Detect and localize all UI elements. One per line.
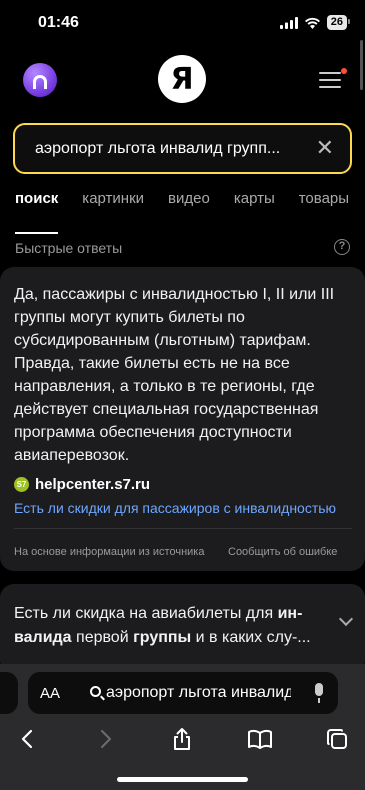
related-question-card[interactable]: Есть ли скидка на авиабилеты для ин-вали… xyxy=(0,584,365,674)
source[interactable]: S7 helpcenter.s7.ru xyxy=(14,476,150,493)
header: Я xyxy=(0,54,365,110)
share-icon[interactable] xyxy=(167,724,197,754)
divider xyxy=(14,528,352,529)
notification-dot xyxy=(341,68,347,74)
search-icon xyxy=(90,686,101,697)
browser-bottom-bar: AA аэропорт льгота инвалид xyxy=(0,664,365,790)
text-size-button[interactable]: AA xyxy=(40,685,60,702)
bookmarks-icon[interactable] xyxy=(245,724,275,754)
microphone-icon[interactable] xyxy=(314,683,324,703)
tabs-icon[interactable] xyxy=(322,724,352,754)
help-icon[interactable]: ? xyxy=(334,239,350,255)
report-error-link[interactable]: Сообщить об ошибке xyxy=(228,546,337,558)
answer-text: Да, пассажиры с инвалидностью I, II или … xyxy=(14,286,335,464)
search-input[interactable]: аэропорт льгота инвалид групп... ✕ xyxy=(13,123,352,174)
scrollbar[interactable] xyxy=(360,40,363,90)
status-bar: 01:46 26 xyxy=(0,0,365,48)
browser-toolbar xyxy=(0,724,365,754)
home-indicator xyxy=(117,777,248,782)
tab-maps[interactable]: карты xyxy=(234,190,275,224)
s7-logo-icon: S7 xyxy=(14,477,29,492)
cellular-signal-icon xyxy=(279,16,298,29)
address-bar[interactable]: AA аэропорт льгота инвалид xyxy=(28,672,338,714)
source-name[interactable]: helpcenter.s7.ru xyxy=(35,476,150,493)
tab-images[interactable]: картинки xyxy=(82,190,144,224)
clear-search-icon[interactable]: ✕ xyxy=(316,137,334,159)
previous-tab-edge[interactable] xyxy=(0,672,18,714)
yandex-logo[interactable]: Я xyxy=(158,55,206,103)
source-note: На основе информации из источника xyxy=(14,546,205,558)
battery-indicator: 26 xyxy=(326,15,351,30)
menu-icon[interactable] xyxy=(319,68,347,90)
tab-search[interactable]: поиск xyxy=(15,190,59,234)
tab-video[interactable]: видео xyxy=(168,190,210,224)
quick-answer-card: Да, пассажиры с инвалидностью I, II или … xyxy=(0,267,365,571)
status-icons: 26 xyxy=(279,15,351,30)
address-bar-text: аэропорт льгота инвалид xyxy=(106,684,291,701)
source-link[interactable]: Есть ли скидки для пассажиров с инвалидн… xyxy=(14,500,352,516)
tab-products[interactable]: товары xyxy=(299,190,349,224)
related-question-text: Есть ли скидка на авиабилеты для ин-вали… xyxy=(14,605,311,646)
back-icon[interactable] xyxy=(12,724,42,754)
chevron-down-icon[interactable] xyxy=(338,611,354,627)
search-query-text: аэропорт льгота инвалид групп... xyxy=(35,140,281,157)
alice-assistant-icon[interactable] xyxy=(23,63,57,97)
quick-answers-title: Быстрые ответы xyxy=(15,240,123,256)
status-time: 01:46 xyxy=(38,14,79,31)
wifi-icon xyxy=(304,17,320,29)
forward-icon[interactable] xyxy=(91,724,121,754)
search-tabs: поиск картинки видео карты товары xyxy=(0,190,365,234)
